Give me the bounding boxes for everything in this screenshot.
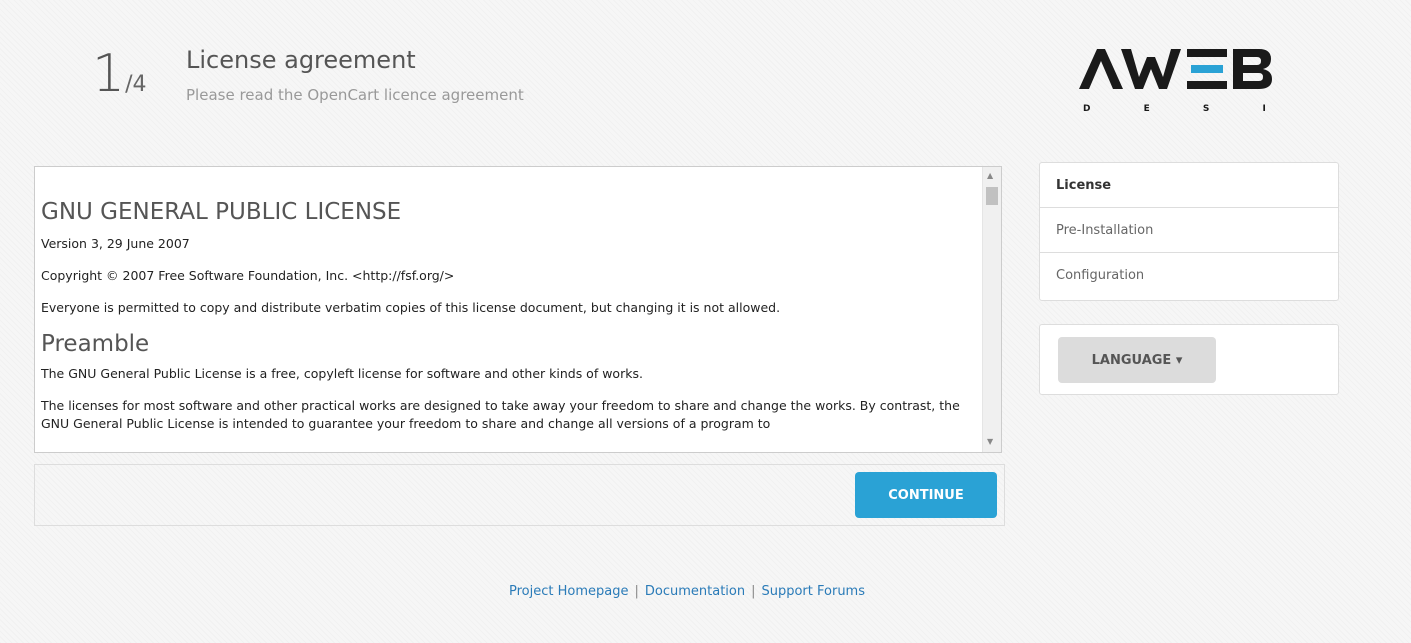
step-license[interactable]: License [1040, 163, 1338, 208]
aweb-design-logo: D E S I G N [1079, 49, 1275, 114]
license-scrollbar[interactable]: ▲ ▼ [982, 167, 1001, 452]
page-subtitle: Please read the OpenCart licence agreeme… [186, 86, 524, 104]
step-configuration[interactable]: Configuration [1040, 253, 1338, 298]
logo-subtext: D E S I G N [1083, 104, 1275, 114]
continue-button[interactable]: CONTINUE [855, 472, 997, 518]
step-indicator: 1/4 [92, 44, 147, 104]
footer-separator: | [751, 584, 756, 599]
footer-links: Project Homepage | Documentation | Support F… [0, 584, 1374, 599]
support-forums-link[interactable]: Support Forums [761, 584, 865, 599]
project-homepage-link[interactable]: Project Homepage [509, 584, 628, 599]
footer-separator: | [634, 584, 639, 599]
install-steps-panel: License Pre-Installation Configuration [1039, 162, 1339, 301]
license-text-area[interactable]: GNU GENERAL PUBLIC LICENSE Version 3, 29… [34, 166, 1002, 453]
license-copyright: Copyright © 2007 Free Software Foundatio… [41, 268, 455, 283]
page-title: License agreement [186, 46, 416, 74]
step-current: 1 [92, 44, 126, 104]
scroll-up-arrow-icon[interactable]: ▲ [987, 171, 993, 180]
scroll-thumb[interactable] [986, 187, 998, 205]
preamble-paragraph: The GNU General Public License is a free… [41, 366, 643, 381]
language-panel: LANGUAGE ▾ [1039, 324, 1339, 395]
license-permission: Everyone is permitted to copy and distri… [41, 300, 781, 315]
license-heading: GNU GENERAL PUBLIC LICENSE [41, 199, 402, 225]
scroll-down-arrow-icon[interactable]: ▼ [987, 437, 993, 446]
preamble-heading: Preamble [41, 331, 150, 357]
license-content: GNU GENERAL PUBLIC LICENSE Version 3, 29… [41, 175, 977, 447]
documentation-link[interactable]: Documentation [645, 584, 745, 599]
action-bar: CONTINUE [34, 464, 1005, 526]
preamble-paragraph: The licenses for most software and other… [41, 398, 960, 431]
step-pre-installation[interactable]: Pre-Installation [1040, 208, 1338, 253]
license-version: Version 3, 29 June 2007 [41, 236, 190, 251]
step-total: /4 [125, 72, 147, 97]
language-dropdown-button[interactable]: LANGUAGE ▾ [1058, 337, 1216, 383]
